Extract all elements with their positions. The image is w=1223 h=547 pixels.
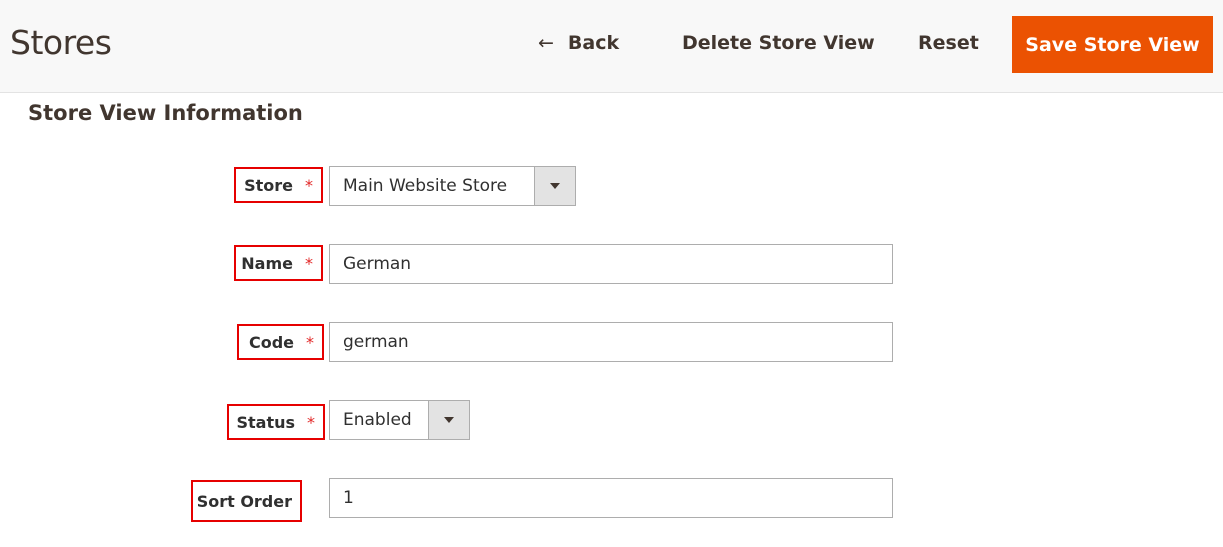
arrow-left-icon: ← [538, 32, 554, 54]
code-label: Code * [237, 324, 324, 360]
sort-order-label-text: Sort Order [196, 491, 292, 511]
name-input[interactable]: German [329, 244, 893, 284]
save-store-view-button[interactable]: Save Store View [1012, 16, 1213, 73]
sort-order-input[interactable]: 1 [329, 478, 893, 518]
status-select-value: Enabled [343, 410, 412, 430]
store-label: Store * [234, 167, 323, 203]
store-select[interactable]: Main Website Store [329, 166, 576, 206]
required-marker: * [305, 175, 313, 195]
back-button[interactable]: ← Back [538, 32, 619, 54]
code-label-text: Code [248, 332, 294, 352]
chevron-down-icon[interactable] [534, 167, 575, 205]
section-title: Store View Information [28, 101, 303, 125]
name-input-value: German [343, 254, 412, 274]
required-marker: * [306, 332, 314, 352]
delete-store-view-button[interactable]: Delete Store View [682, 32, 875, 54]
status-select[interactable]: Enabled [329, 400, 470, 440]
name-label-text: Name [241, 253, 293, 273]
status-label-text: Status [236, 412, 295, 432]
page-title: Stores [10, 23, 112, 62]
back-label: Back [567, 32, 620, 54]
required-marker: * [305, 253, 313, 273]
sort-order-label: Sort Order [191, 480, 302, 522]
code-input[interactable]: german [329, 322, 893, 362]
store-label-text: Store [244, 175, 293, 195]
sort-order-input-value: 1 [343, 488, 354, 508]
code-input-value: german [343, 332, 409, 352]
reset-button[interactable]: Reset [918, 32, 979, 54]
page-header: Stores ← Back Delete Store View Reset Sav… [0, 0, 1223, 93]
status-label: Status * [227, 404, 325, 440]
name-label: Name * [234, 245, 323, 281]
store-select-value: Main Website Store [343, 176, 508, 196]
required-marker: * [307, 412, 315, 432]
chevron-down-icon[interactable] [428, 401, 469, 439]
